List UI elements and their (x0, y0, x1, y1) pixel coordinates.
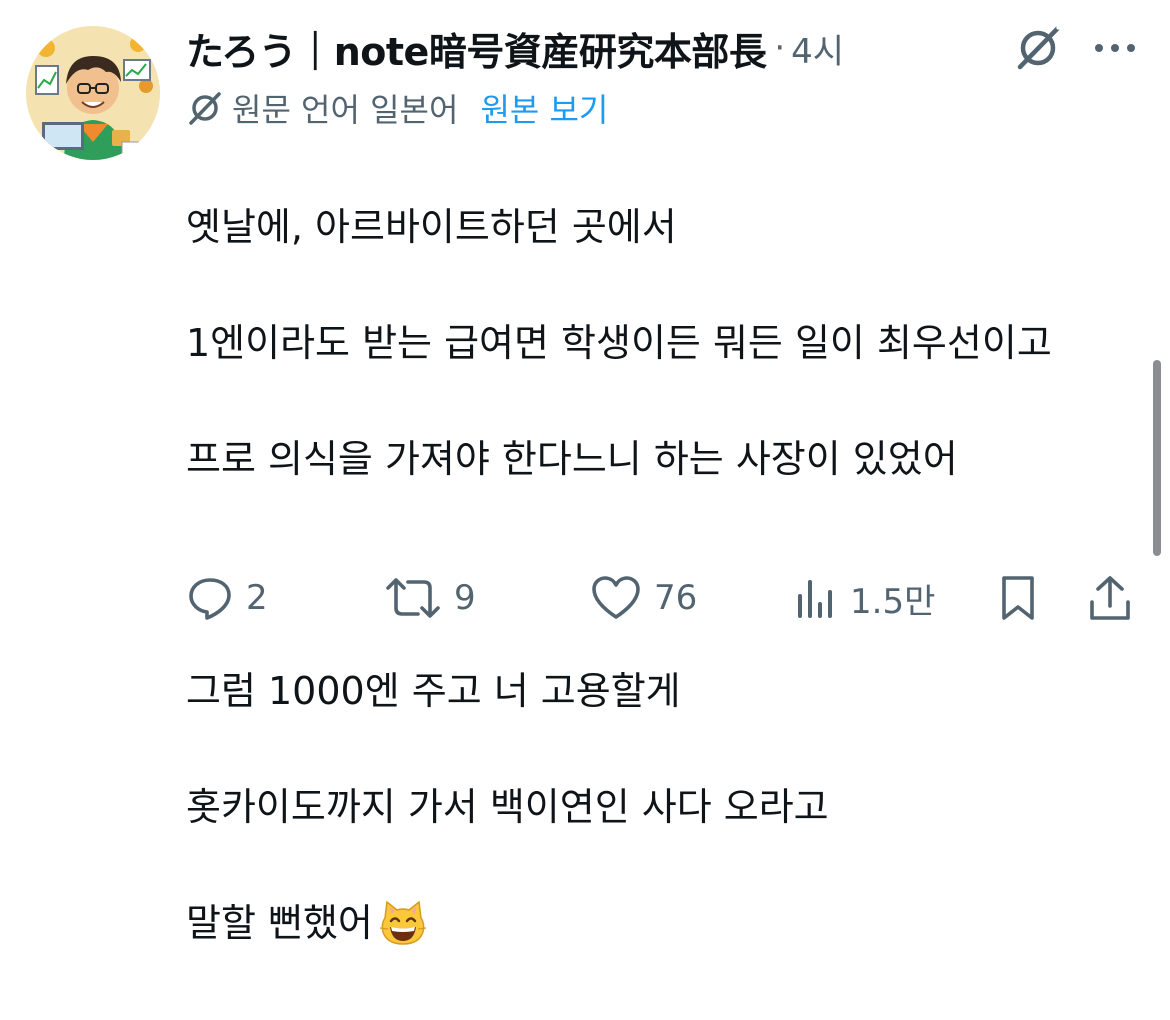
more-icon (1095, 44, 1135, 52)
tweet-actions: 2 9 76 1.5만 (186, 568, 1146, 628)
views-button[interactable]: 1.5만 (794, 568, 935, 628)
tweet-line: 프로 의식을 가져야 한다느니 하는 사장이 있었어 (186, 437, 958, 481)
views-icon (798, 580, 832, 618)
translation-row: 원문 언어 일본어 원본 보기 (186, 86, 608, 130)
separator-dot: · (774, 28, 786, 68)
retweet-count: 9 (454, 578, 476, 618)
reply-icon (189, 578, 231, 620)
tweet-line-last: 말할 뻔했어 (186, 894, 1136, 962)
grinning-cat-emoji (379, 900, 427, 962)
tweet-line: 홋카이도까지 가서 백이연인 사다 오라고 (186, 785, 829, 829)
heart-icon (592, 576, 640, 619)
translate-icon (186, 89, 224, 127)
view-original-link[interactable]: 원본 보기 (480, 85, 608, 131)
tweet-line: 옛날에, 아르바이트하던 곳에서 (186, 205, 677, 249)
tweet-line-text: 말할 뻔했어 (186, 901, 373, 945)
grok-button[interactable] (1010, 22, 1066, 74)
more-options-button[interactable] (1088, 24, 1142, 72)
tweet-timestamp[interactable]: 4시 (791, 24, 844, 73)
views-count: 1.5만 (850, 581, 936, 622)
tweet-header: たろう｜note暗号資産研究本部長 · 4시 (186, 22, 844, 74)
bookmark-icon (1002, 576, 1034, 620)
translation-label: 원문 언어 일본어 (232, 91, 459, 129)
avatar[interactable] (26, 26, 160, 160)
tweet-line: 그럼 1000엔 주고 너 고용할게 (186, 669, 681, 713)
author-display-name[interactable]: たろう｜note暗号資産研究本部長 (186, 21, 767, 76)
scrollbar-thumb[interactable] (1153, 360, 1161, 556)
share-icon (1090, 576, 1130, 620)
reply-count: 2 (246, 578, 268, 618)
grok-icon (1017, 24, 1062, 70)
reply-button[interactable]: 2 (186, 568, 268, 628)
like-count: 76 (654, 578, 698, 618)
like-button[interactable]: 76 (590, 568, 697, 628)
tweet-line: 1엔이라도 받는 급여면 학생이든 뭐든 일이 최우선이고 (186, 321, 1052, 365)
share-button[interactable] (1086, 568, 1134, 628)
bookmark-button[interactable] (996, 568, 1040, 628)
retweet-button[interactable]: 9 (384, 568, 476, 628)
retweet-icon (386, 578, 440, 618)
